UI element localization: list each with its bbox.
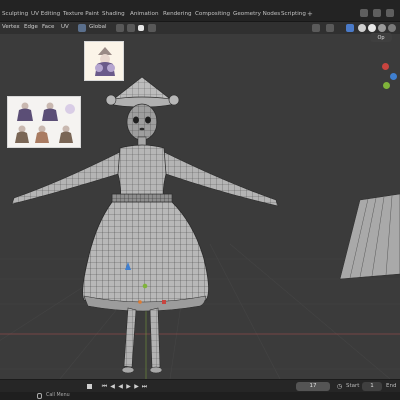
reference-image-top[interactable] — [84, 41, 124, 81]
wireframe-shading-icon[interactable] — [358, 24, 366, 32]
current-frame-field[interactable]: 17 — [296, 382, 330, 391]
add-workspace-button[interactable]: + — [307, 10, 313, 18]
face-select-mode[interactable]: Face — [42, 24, 54, 30]
status-bar: Call Menu — [0, 392, 400, 400]
gizmo-x-handle — [162, 300, 166, 304]
tab-sculpting[interactable]: Sculpting — [2, 11, 28, 17]
view-object-types-icon[interactable] — [312, 24, 320, 32]
tab-geometry-nodes[interactable]: Geometry Nodes — [233, 11, 280, 17]
end-label: End — [386, 383, 397, 389]
falloff-icon[interactable] — [148, 24, 156, 32]
tab-animation[interactable]: Animation — [130, 11, 159, 17]
right-eye-socket — [145, 116, 151, 124]
gizmo-y-handle — [142, 283, 148, 289]
mouse-icon — [37, 393, 42, 399]
nav-gizmo-y[interactable] — [383, 82, 390, 89]
orientation-dropdown[interactable]: Global — [89, 24, 107, 30]
viewport-canvas — [0, 76, 400, 379]
snap-icon[interactable] — [127, 24, 135, 32]
next-keyframe-icon[interactable]: ▶ — [133, 383, 140, 390]
viewport-header: Vertex Edge Face UV Global — [0, 22, 400, 34]
start-label: Start — [346, 383, 360, 389]
search-icon[interactable] — [386, 9, 394, 17]
origin-point — [138, 300, 142, 304]
reference-image-turnaround[interactable] — [7, 96, 81, 148]
tab-uv-editing[interactable]: UV Editing — [31, 11, 60, 17]
scene-icon[interactable] — [360, 9, 368, 17]
play-reverse-icon[interactable]: ◀ — [117, 383, 124, 390]
edge-select-mode[interactable]: Edge — [24, 24, 38, 30]
transform-orientation-icon — [78, 24, 86, 32]
jump-end-icon[interactable]: ⏭ — [141, 383, 148, 390]
hat-bun-right — [168, 94, 180, 106]
solid-shading-icon[interactable] — [368, 24, 376, 32]
hat-bun-left — [105, 94, 117, 106]
start-frame-field[interactable]: 1 — [362, 382, 382, 391]
tab-texture-paint[interactable]: Texture Paint — [63, 11, 99, 17]
nav-gizmo-x[interactable] — [382, 63, 389, 70]
xray-icon[interactable] — [346, 24, 354, 32]
pivot-icon[interactable] — [116, 24, 124, 32]
rendered-shading-icon[interactable] — [388, 24, 396, 32]
overlay-options-label[interactable]: Op — [370, 33, 392, 42]
left-foot — [121, 366, 135, 374]
tab-compositing[interactable]: Compositing — [195, 11, 230, 17]
3d-viewport[interactable] — [0, 34, 400, 379]
record-button[interactable] — [86, 383, 93, 390]
timeline-bar: ⏮ ◀ ◀ ▶ ▶ ⏭ 17 ◷ Start 1 End — [0, 379, 400, 392]
status-call-menu: Call Menu — [46, 393, 70, 398]
right-foot — [149, 366, 163, 374]
jump-start-icon[interactable]: ⏮ — [101, 383, 108, 390]
uv-menu[interactable]: UV — [61, 24, 69, 30]
view-layer-icon[interactable] — [373, 9, 381, 17]
tab-scripting[interactable]: Scripting — [281, 11, 306, 17]
left-eye-socket — [133, 116, 139, 124]
vertex-select-mode[interactable]: Vertex — [2, 24, 20, 30]
play-icon[interactable]: ▶ — [125, 383, 132, 390]
material-shading-icon[interactable] — [378, 24, 386, 32]
proportional-editing-icon[interactable] — [138, 25, 144, 31]
top-right-icons — [360, 9, 394, 17]
workspace-tab-bar: Sculpting UV Editing Texture Paint Shadi… — [0, 0, 400, 22]
gizmo-toggle-icon[interactable] — [326, 24, 334, 32]
prev-keyframe-icon[interactable]: ◀ — [109, 383, 116, 390]
nav-gizmo-z[interactable] — [390, 73, 397, 80]
mouth — [139, 127, 145, 131]
tab-rendering[interactable]: Rendering — [163, 11, 192, 17]
keying-icon[interactable]: ◷ — [336, 383, 343, 390]
tab-shading[interactable]: Shading — [102, 11, 125, 17]
